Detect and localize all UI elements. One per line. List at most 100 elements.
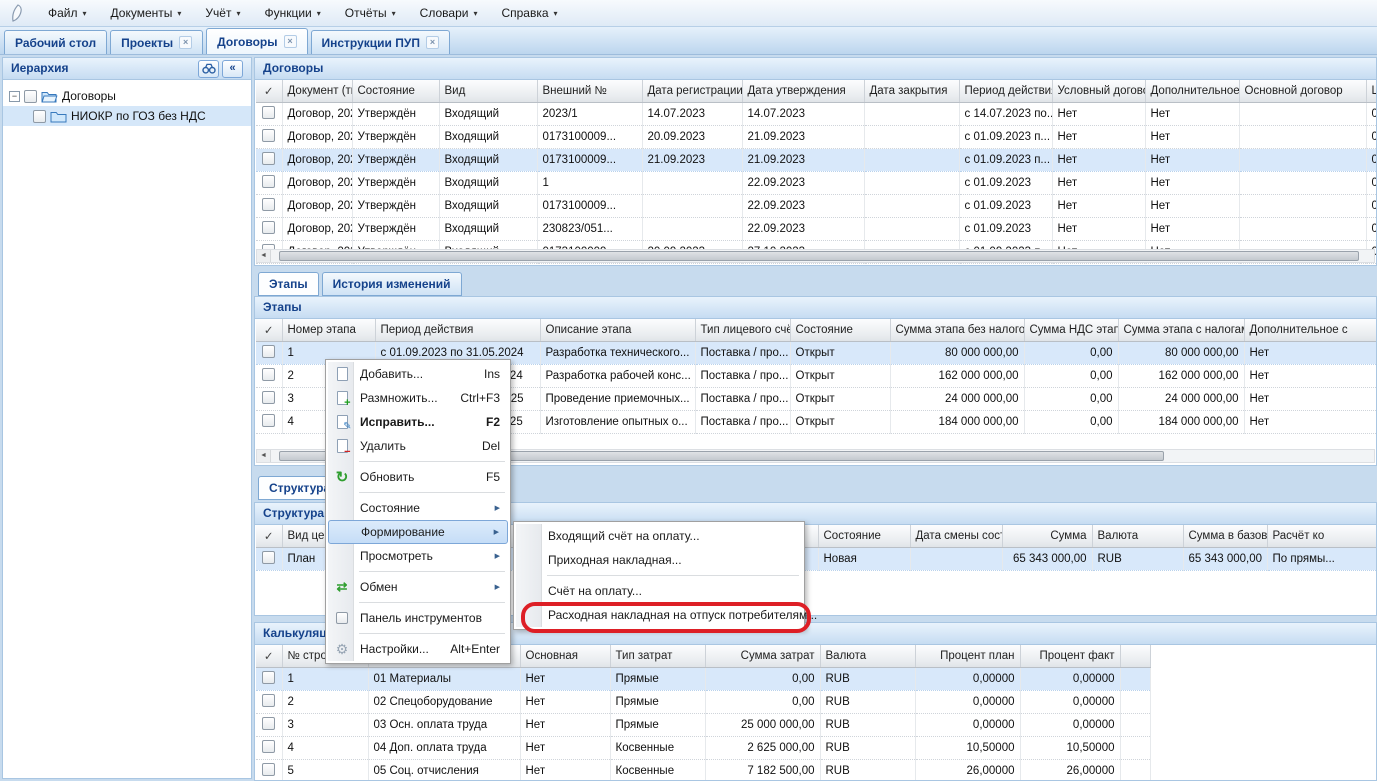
row-checkbox[interactable] [262, 671, 275, 684]
column-header[interactable]: Основной договор [1239, 80, 1366, 102]
cell[interactable]: 184 000 000,00 [1118, 410, 1244, 433]
menu-item-Обмен[interactable]: ⇄Обмен▶ [328, 575, 508, 599]
cell[interactable]: 21.09.2023 [742, 125, 864, 148]
cell[interactable]: Входящий [439, 217, 537, 240]
cell[interactable]: 80 000 000,00 [1118, 341, 1244, 364]
column-header[interactable]: Расчёт ко [1267, 525, 1377, 547]
menu-item-Размножить[interactable]: Размножить...Ctrl+F3 [328, 386, 508, 410]
column-header[interactable]: Дата смены состоя [910, 525, 1002, 547]
column-header[interactable]: Условный договор [1052, 80, 1145, 102]
column-header[interactable]: Сумма [1002, 525, 1092, 547]
close-icon[interactable]: × [179, 36, 192, 49]
cell[interactable]: Нет [1244, 387, 1377, 410]
cell[interactable]: 2 [282, 690, 368, 713]
column-header[interactable]: Период действия.. [959, 80, 1052, 102]
cell[interactable]: Договор, 2023/... [282, 148, 352, 171]
cell[interactable]: RUB [820, 713, 915, 736]
column-header[interactable]: Дата закрытия [864, 80, 959, 102]
table-row[interactable]: Договор, 2023/...УтверждёнВходящий017310… [256, 148, 1377, 171]
cell[interactable]: 22.09.2023 [742, 217, 864, 240]
column-header[interactable]: Вид [439, 80, 537, 102]
cell[interactable]: 80 000 000,00 [890, 341, 1024, 364]
cell[interactable]: Утверждён [352, 148, 439, 171]
cell[interactable]: 0 [1366, 102, 1377, 125]
cell[interactable]: Нет [1145, 148, 1239, 171]
column-header[interactable]: Документ (тип, № [282, 80, 352, 102]
column-header[interactable]: Процент факт [1020, 645, 1120, 667]
cell[interactable]: 0,00 [1024, 364, 1118, 387]
cell[interactable]: 184 000 000,00 [890, 410, 1024, 433]
cell[interactable]: Прямые [610, 690, 705, 713]
column-header[interactable]: Номер этапа [282, 319, 375, 341]
cell[interactable]: 02 Спецоборудование [368, 690, 520, 713]
cell[interactable]: 0,00 [1024, 387, 1118, 410]
menubar-item-Справка[interactable]: Справка▾ [489, 2, 569, 24]
tab-Этапы[interactable]: Этапы [258, 272, 319, 296]
cell[interactable]: 14.07.2023 [742, 102, 864, 125]
tab-Рабочий стол[interactable]: Рабочий стол [4, 30, 107, 54]
menu-item-Настройки[interactable]: ⚙Настройки...Alt+Enter [328, 637, 508, 661]
cell[interactable]: Договор, 2023/... [282, 217, 352, 240]
menubar-item-Словари[interactable]: Словари▾ [408, 2, 490, 24]
cell[interactable] [864, 217, 959, 240]
cell[interactable]: Нет [1052, 217, 1145, 240]
contracts-hscrollbar[interactable]: ◄ [256, 249, 1375, 263]
cell[interactable]: Входящий [439, 148, 537, 171]
cell[interactable]: Нет [520, 759, 610, 781]
column-header[interactable]: Состояние [352, 80, 439, 102]
cell[interactable]: Договор, 2023/... [282, 125, 352, 148]
row-checkbox[interactable] [262, 763, 275, 776]
menu-item-Приходная накладная[interactable]: Приходная накладная... [516, 548, 802, 572]
column-header[interactable] [1120, 645, 1150, 667]
cell[interactable]: Договор, 2023/... [282, 171, 352, 194]
menu-item-Обновить[interactable]: ↻ОбновитьF5 [328, 465, 508, 489]
cell[interactable]: Нет [520, 667, 610, 690]
cell[interactable]: 21.09.2023 [742, 148, 864, 171]
table-row[interactable]: Договор, 2023/...УтверждёнВходящий017310… [256, 194, 1377, 217]
row-checkbox[interactable] [262, 391, 275, 404]
menu-item-Добавить[interactable]: Добавить...Ins [328, 362, 508, 386]
cell[interactable]: 22.09.2023 [742, 194, 864, 217]
cell[interactable]: 0,00000 [1020, 667, 1120, 690]
menu-item-Формирование[interactable]: Формирование▶ [328, 520, 508, 544]
cell[interactable]: 26,00000 [1020, 759, 1120, 781]
cell[interactable]: 0,00000 [1020, 690, 1120, 713]
cell[interactable]: 01 Материалы [368, 667, 520, 690]
cell[interactable]: 10,50000 [915, 736, 1020, 759]
cell[interactable] [864, 171, 959, 194]
cell[interactable]: Входящий [439, 194, 537, 217]
cell[interactable]: 21.09.2023 [642, 148, 742, 171]
cell[interactable]: с 14.07.2023 по... [959, 102, 1052, 125]
column-header[interactable]: Валюта [1092, 525, 1183, 547]
table-row[interactable]: 202 СпецоборудованиеНетПрямые0,00RUB0,00… [256, 690, 1150, 713]
cell[interactable]: Изготовление опытных о... [540, 410, 695, 433]
column-header[interactable]: Сумма этапа с налогами [1118, 319, 1244, 341]
column-header-check[interactable]: ✓ [256, 319, 282, 341]
row-checkbox[interactable] [262, 152, 275, 165]
tree-item-dogovory[interactable]: − Договоры [3, 86, 251, 106]
table-row[interactable]: Договор, 2023/...УтверждёнВходящий2023/1… [256, 102, 1377, 125]
cell[interactable]: 0173100009... [537, 125, 642, 148]
column-header[interactable]: Внешний № [537, 80, 642, 102]
column-header[interactable]: Процент план [915, 645, 1020, 667]
cell[interactable]: Поставка / про... [695, 341, 790, 364]
cell[interactable] [1120, 667, 1150, 690]
tab-Проекты[interactable]: Проекты× [110, 30, 203, 54]
table-row[interactable]: Договор, 2023/...УтверждёнВходящий017310… [256, 125, 1377, 148]
cell[interactable] [1239, 194, 1366, 217]
table-row[interactable]: 303 Осн. оплата трудаНетПрямые25 000 000… [256, 713, 1150, 736]
table-row[interactable]: Договор, 2023/...УтверждёнВходящий122.09… [256, 171, 1377, 194]
table-row[interactable]: 404 Доп. оплата трудаНетКосвенные2 625 0… [256, 736, 1150, 759]
cell[interactable]: 0,00 [705, 690, 820, 713]
cell[interactable]: 65 343 000,00 [1002, 547, 1092, 570]
cell[interactable]: Нет [1244, 410, 1377, 433]
cell[interactable] [1239, 217, 1366, 240]
cell[interactable]: 2 625 000,00 [705, 736, 820, 759]
cell[interactable]: 65 343 000,00 [1183, 547, 1267, 570]
cell[interactable] [1120, 713, 1150, 736]
cell[interactable]: 0,00 [1024, 341, 1118, 364]
menubar-item-Отчёты[interactable]: Отчёты▾ [333, 2, 408, 24]
cell[interactable]: 10,50000 [1020, 736, 1120, 759]
cell[interactable]: с 01.09.2023 [959, 194, 1052, 217]
row-checkbox[interactable] [262, 345, 275, 358]
